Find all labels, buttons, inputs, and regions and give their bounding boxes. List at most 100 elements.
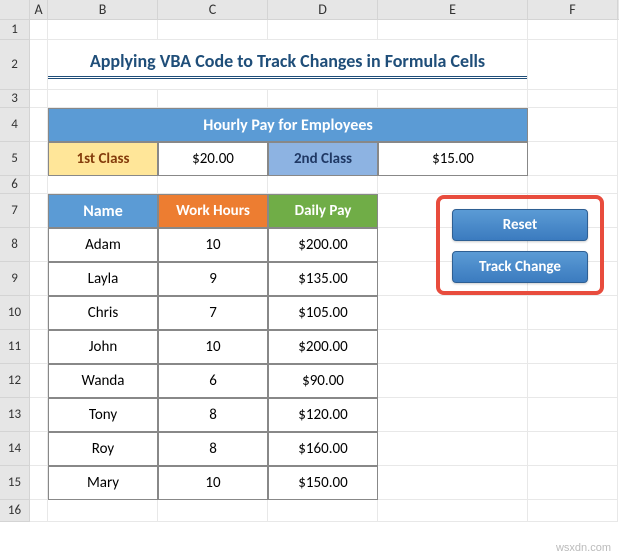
hourly-pay-header[interactable]: Hourly Pay for Employees (48, 108, 528, 142)
cell-D1[interactable] (268, 20, 378, 40)
cell-E11[interactable] (378, 330, 528, 364)
emp-name-1[interactable]: Layla (48, 262, 158, 296)
row-header-7[interactable]: 7 (0, 194, 30, 228)
cell-E13[interactable] (378, 398, 528, 432)
row-header-11[interactable]: 11 (0, 330, 30, 364)
cell-B6[interactable] (48, 176, 158, 194)
col-header-e[interactable]: E (378, 0, 528, 19)
cell-F10[interactable] (528, 296, 618, 330)
emp-hours-1[interactable]: 9 (158, 262, 268, 296)
cell-E6[interactable] (378, 176, 528, 194)
cell-F6[interactable] (528, 176, 618, 194)
cell-E16[interactable] (378, 500, 528, 522)
cell-A7[interactable] (30, 194, 48, 228)
row-header-14[interactable]: 14 (0, 432, 30, 466)
row-header-10[interactable]: 10 (0, 296, 30, 330)
class1-value[interactable]: $20.00 (158, 142, 268, 176)
col-header-d[interactable]: D (268, 0, 378, 19)
cell-F5[interactable] (528, 142, 618, 176)
cell-A5[interactable] (30, 142, 48, 176)
cell-A15[interactable] (30, 466, 48, 500)
row-header-3[interactable]: 3 (0, 90, 30, 108)
cell-B2[interactable]: Applying VBA Code to Track Changes in Fo… (48, 40, 528, 90)
emp-hours-0[interactable]: 10 (158, 228, 268, 262)
cell-D3[interactable] (268, 90, 378, 108)
emp-name-0[interactable]: Adam (48, 228, 158, 262)
cell-F4[interactable] (528, 108, 618, 142)
cell-F11[interactable] (528, 330, 618, 364)
cell-F15[interactable] (528, 466, 618, 500)
row-header-2[interactable]: 2 (0, 40, 30, 90)
emp-name-6[interactable]: Roy (48, 432, 158, 466)
emp-pay-6[interactable]: $160.00 (268, 432, 378, 466)
cell-E15[interactable] (378, 466, 528, 500)
cell-A11[interactable] (30, 330, 48, 364)
cell-A16[interactable] (30, 500, 48, 522)
col-header-b[interactable]: B (48, 0, 158, 19)
emp-pay-1[interactable]: $135.00 (268, 262, 378, 296)
emp-hours-7[interactable]: 10 (158, 466, 268, 500)
row-header-1[interactable]: 1 (0, 20, 30, 40)
cell-F1[interactable] (528, 20, 618, 40)
cell-C1[interactable] (158, 20, 268, 40)
cell-A2[interactable] (30, 40, 48, 90)
emp-name-5[interactable]: Tony (48, 398, 158, 432)
track-change-button[interactable]: Track Change (452, 251, 588, 283)
header-pay[interactable]: Daily Pay (268, 194, 378, 228)
emp-hours-4[interactable]: 6 (158, 364, 268, 398)
emp-hours-2[interactable]: 7 (158, 296, 268, 330)
emp-pay-4[interactable]: $90.00 (268, 364, 378, 398)
cell-A6[interactable] (30, 176, 48, 194)
class2-label[interactable]: 2nd Class (268, 142, 378, 176)
row-header-15[interactable]: 15 (0, 466, 30, 500)
row-header-13[interactable]: 13 (0, 398, 30, 432)
row-header-4[interactable]: 4 (0, 108, 30, 142)
cell-F12[interactable] (528, 364, 618, 398)
emp-name-7[interactable]: Mary (48, 466, 158, 500)
cell-E1[interactable] (378, 20, 528, 40)
cell-A8[interactable] (30, 228, 48, 262)
cell-F16[interactable] (528, 500, 618, 522)
row-header-6[interactable]: 6 (0, 176, 30, 194)
cell-F13[interactable] (528, 398, 618, 432)
cell-B1[interactable] (48, 20, 158, 40)
emp-hours-5[interactable]: 8 (158, 398, 268, 432)
emp-hours-3[interactable]: 10 (158, 330, 268, 364)
cell-B3[interactable] (48, 90, 158, 108)
emp-name-2[interactable]: Chris (48, 296, 158, 330)
header-hours[interactable]: Work Hours (158, 194, 268, 228)
class2-value[interactable]: $15.00 (378, 142, 528, 176)
cell-A4[interactable] (30, 108, 48, 142)
cell-E3[interactable] (378, 90, 528, 108)
emp-name-4[interactable]: Wanda (48, 364, 158, 398)
cell-A12[interactable] (30, 364, 48, 398)
cell-A10[interactable] (30, 296, 48, 330)
emp-pay-5[interactable]: $120.00 (268, 398, 378, 432)
cell-D6[interactable] (268, 176, 378, 194)
cell-C6[interactable] (158, 176, 268, 194)
row-header-5[interactable]: 5 (0, 142, 30, 176)
emp-pay-7[interactable]: $150.00 (268, 466, 378, 500)
col-header-a[interactable]: A (30, 0, 48, 19)
emp-pay-0[interactable]: $200.00 (268, 228, 378, 262)
cell-E12[interactable] (378, 364, 528, 398)
cell-F14[interactable] (528, 432, 618, 466)
cell-E10[interactable] (378, 296, 528, 330)
cell-A13[interactable] (30, 398, 48, 432)
cell-A9[interactable] (30, 262, 48, 296)
reset-button[interactable]: Reset (452, 209, 588, 241)
emp-pay-3[interactable]: $200.00 (268, 330, 378, 364)
cell-F2[interactable] (528, 40, 618, 90)
cell-B16[interactable] (48, 500, 158, 522)
cell-D16[interactable] (268, 500, 378, 522)
emp-pay-2[interactable]: $105.00 (268, 296, 378, 330)
row-header-8[interactable]: 8 (0, 228, 30, 262)
header-name[interactable]: Name (48, 194, 158, 228)
col-header-f[interactable]: F (528, 0, 618, 19)
col-header-c[interactable]: C (158, 0, 268, 19)
emp-hours-6[interactable]: 8 (158, 432, 268, 466)
cell-C16[interactable] (158, 500, 268, 522)
row-header-12[interactable]: 12 (0, 364, 30, 398)
cell-E14[interactable] (378, 432, 528, 466)
row-header-16[interactable]: 16 (0, 500, 30, 522)
